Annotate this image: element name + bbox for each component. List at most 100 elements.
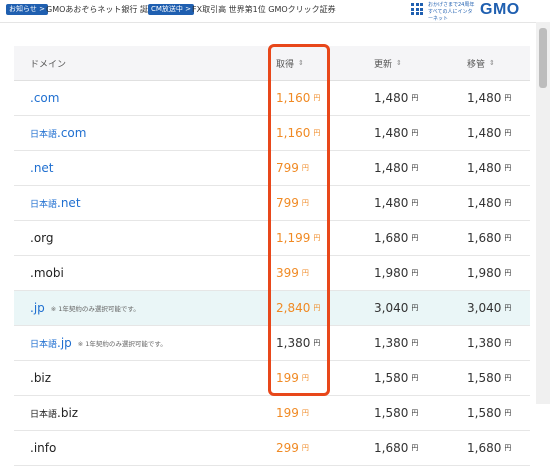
sort-get-button[interactable]: 取得 ⇕ bbox=[276, 46, 304, 80]
transfer-price: 1,480 bbox=[467, 91, 502, 105]
domain-name: .info bbox=[30, 441, 57, 455]
renew-price-cell: 1,480 円 bbox=[374, 116, 418, 150]
price-table: ドメイン 取得 ⇕ 更新 ⇕ 移管 ⇕ .com 1,160 円 1,480 円 1,480 円日… bbox=[14, 46, 530, 466]
table-row: .biz 199 円 1,580 円 1,580 円 bbox=[14, 361, 530, 396]
apps-grid-icon[interactable] bbox=[411, 3, 423, 15]
news-link[interactable]: GMOあおぞらネット銀行 誕生! bbox=[46, 3, 159, 16]
sort-icon: ⇕ bbox=[396, 59, 402, 67]
yen-unit: 円 bbox=[411, 374, 419, 382]
yen-unit: 円 bbox=[301, 444, 309, 452]
renew-price-cell: 1,580 円 bbox=[374, 396, 418, 430]
yen-unit: 円 bbox=[411, 269, 419, 277]
yen-unit: 円 bbox=[313, 94, 321, 102]
get-price: 1,160 bbox=[276, 126, 311, 140]
table-row: .mobi 399 円 1,980 円 1,980 円 bbox=[14, 256, 530, 291]
yen-unit: 円 bbox=[411, 94, 419, 102]
transfer-price: 1,580 bbox=[467, 371, 502, 385]
get-price-cell: 399 円 bbox=[276, 256, 309, 290]
table-row: .jp ※ 1年契約のみ選択可能です。 2,840 円 3,040 円 3,040 円 bbox=[14, 291, 530, 326]
yen-unit: 円 bbox=[301, 374, 309, 382]
table-row: 日本語 .net 799 円 1,480 円 1,480 円 bbox=[14, 186, 530, 221]
get-price: 199 bbox=[276, 371, 299, 385]
domain-cell: .biz bbox=[30, 361, 51, 395]
renew-price-cell: 1,480 円 bbox=[374, 186, 418, 220]
get-price-cell: 1,199 円 bbox=[276, 221, 320, 255]
sort-icon: ⇕ bbox=[489, 59, 495, 67]
domain-name: .org bbox=[30, 231, 54, 245]
yen-unit: 円 bbox=[504, 94, 512, 102]
news-badge[interactable]: お知らせ > bbox=[6, 4, 48, 15]
domain-cell: .jp ※ 1年契約のみ選択可能です。 bbox=[30, 291, 140, 325]
table-row: 日本語 .biz 199 円 1,580 円 1,580 円 bbox=[14, 396, 530, 431]
yen-unit: 円 bbox=[504, 374, 512, 382]
domain-name[interactable]: .jp bbox=[57, 336, 72, 350]
renew-price-cell: 1,380 円 bbox=[374, 326, 418, 360]
yen-unit: 円 bbox=[504, 234, 512, 242]
domain-cell: .mobi bbox=[30, 256, 64, 290]
scrollbar-thumb[interactable] bbox=[539, 28, 547, 88]
transfer-price-cell: 1,680 円 bbox=[467, 431, 511, 465]
transfer-price-cell: 1,480 円 bbox=[467, 151, 511, 185]
domain-cell: 日本語 .biz bbox=[30, 396, 78, 430]
get-price: 2,840 bbox=[276, 301, 311, 315]
gmo-logo[interactable]: GMO bbox=[480, 1, 520, 19]
table-row: .org 1,199 円 1,680 円 1,680 円 bbox=[14, 221, 530, 256]
domain-name[interactable]: .jp bbox=[30, 301, 45, 315]
yen-unit: 円 bbox=[411, 199, 419, 207]
sort-transfer-button[interactable]: 移管 ⇕ bbox=[467, 46, 495, 80]
domain-cell: .org bbox=[30, 221, 54, 255]
tagline: おかげさまで24周年 すべての人にインターネット bbox=[428, 2, 475, 22]
yen-unit: 円 bbox=[301, 164, 309, 172]
renew-price: 1,380 bbox=[374, 336, 409, 350]
get-price-cell: 1,160 円 bbox=[276, 81, 320, 115]
yen-unit: 円 bbox=[411, 444, 419, 452]
transfer-price: 1,680 bbox=[467, 231, 502, 245]
domain-note: ※ 1年契約のみ選択可能です。 bbox=[77, 340, 167, 348]
yen-unit: 円 bbox=[313, 129, 321, 137]
transfer-price: 1,480 bbox=[467, 126, 502, 140]
yen-unit: 円 bbox=[504, 269, 512, 277]
yen-unit: 円 bbox=[411, 409, 419, 417]
domain-name[interactable]: .net bbox=[57, 196, 81, 210]
get-price: 199 bbox=[276, 406, 299, 420]
cm-badge[interactable]: CM放送中 > bbox=[148, 4, 195, 15]
renew-price: 1,680 bbox=[374, 231, 409, 245]
table-row: .net 799 円 1,480 円 1,480 円 bbox=[14, 151, 530, 186]
transfer-price-cell: 1,480 円 bbox=[467, 81, 511, 115]
transfer-price: 1,580 bbox=[467, 406, 502, 420]
get-price: 1,199 bbox=[276, 231, 311, 245]
transfer-price-cell: 1,680 円 bbox=[467, 221, 511, 255]
table-row: 日本語 .jp ※ 1年契約のみ選択可能です。 1,380 円 1,380 円 1,380 円 bbox=[14, 326, 530, 361]
yen-unit: 円 bbox=[504, 304, 512, 312]
sort-renew-button[interactable]: 更新 ⇕ bbox=[374, 46, 402, 80]
domain-prefix: 日本語 bbox=[30, 409, 58, 420]
get-price: 799 bbox=[276, 161, 299, 175]
get-price: 1,380 bbox=[276, 336, 311, 350]
get-price-cell: 299 円 bbox=[276, 431, 309, 465]
transfer-price-cell: 3,040 円 bbox=[467, 291, 511, 325]
get-price-cell: 2,840 円 bbox=[276, 291, 320, 325]
renew-price-cell: 3,040 円 bbox=[374, 291, 418, 325]
top-banner: お知らせ > GMOあおぞらネット銀行 誕生! CM放送中 > FX取引高 世界… bbox=[0, 0, 550, 23]
yen-unit: 円 bbox=[504, 199, 512, 207]
yen-unit: 円 bbox=[504, 409, 512, 417]
renew-price-cell: 1,480 円 bbox=[374, 151, 418, 185]
transfer-price: 1,480 bbox=[467, 196, 502, 210]
scrollbar[interactable] bbox=[536, 22, 550, 404]
renew-price-cell: 1,580 円 bbox=[374, 361, 418, 395]
renew-price: 1,480 bbox=[374, 161, 409, 175]
renew-price: 1,580 bbox=[374, 406, 409, 420]
renew-price: 1,480 bbox=[374, 91, 409, 105]
cm-link[interactable]: FX取引高 世界第1位 GMOクリック証券 bbox=[192, 3, 336, 16]
domain-name[interactable]: .net bbox=[30, 161, 54, 175]
domain-name[interactable]: .com bbox=[57, 126, 86, 140]
domain-name[interactable]: .com bbox=[30, 91, 59, 105]
get-price-cell: 799 円 bbox=[276, 186, 309, 220]
domain-cell: .net bbox=[30, 151, 54, 185]
table-row: .info 299 円 1,680 円 1,680 円 bbox=[14, 431, 530, 466]
yen-unit: 円 bbox=[313, 304, 321, 312]
get-price: 399 bbox=[276, 266, 299, 280]
get-price-cell: 1,380 円 bbox=[276, 326, 320, 360]
get-price-cell: 199 円 bbox=[276, 361, 309, 395]
domain-prefix: 日本語 bbox=[30, 129, 58, 140]
